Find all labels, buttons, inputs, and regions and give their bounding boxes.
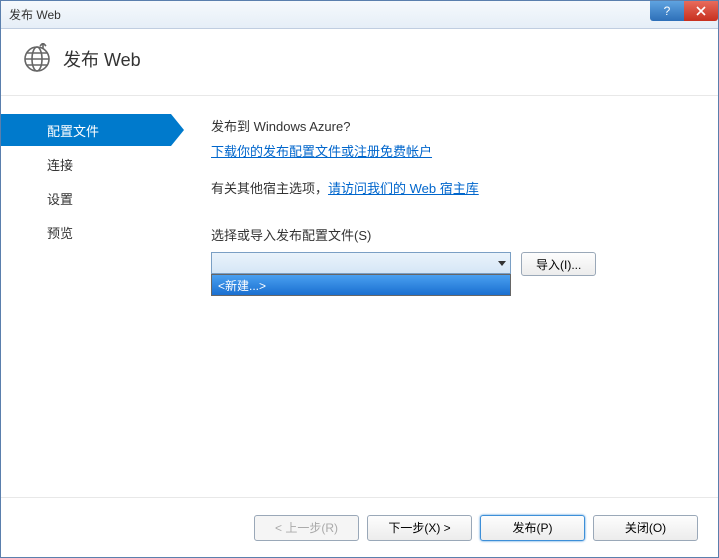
titlebar-buttons: ? xyxy=(650,1,718,21)
import-button-label: 导入(I)... xyxy=(536,258,581,272)
dialog-title: 发布 Web xyxy=(63,46,141,72)
host-gallery-link[interactable]: 请访问我们的 Web 宿主库 xyxy=(328,181,479,196)
sidebar-item-profile[interactable]: 配置文件 xyxy=(1,114,171,146)
chevron-down-icon xyxy=(498,261,506,266)
sidebar-item-label: 配置文件 xyxy=(47,121,99,140)
sidebar-item-label: 设置 xyxy=(47,189,73,208)
prev-button: < 上一步(R) xyxy=(254,515,359,541)
combobox-option-label: <新建...> xyxy=(218,277,266,294)
globe-upload-icon xyxy=(21,43,53,75)
host-prefix: 有关其他宿主选项， xyxy=(211,181,328,196)
help-button[interactable]: ? xyxy=(650,1,684,21)
dialog-header: 发布 Web xyxy=(1,29,718,96)
sidebar-item-settings[interactable]: 设置 xyxy=(1,182,171,214)
wizard-sidebar: 配置文件 连接 设置 预览 xyxy=(1,96,171,496)
combobox-option-new[interactable]: <新建...> xyxy=(212,275,510,295)
close-window-button[interactable] xyxy=(684,1,718,21)
profile-combobox[interactable]: <新建...> xyxy=(211,252,511,274)
download-profile-link[interactable]: 下载你的发布配置文件或注册免费帐户 xyxy=(211,144,432,159)
prev-button-label: < 上一步(R) xyxy=(275,521,338,535)
sidebar-item-connection[interactable]: 连接 xyxy=(1,148,171,180)
wizard-content: 发布到 Windows Azure? 下载你的发布配置文件或注册免费帐户 有关其… xyxy=(171,96,718,496)
publish-button-label: 发布(P) xyxy=(513,521,553,535)
sidebar-item-label: 预览 xyxy=(47,223,73,242)
next-button[interactable]: 下一步(X) > xyxy=(367,515,472,541)
dialog-footer: < 上一步(R) 下一步(X) > 发布(P) 关闭(O) xyxy=(1,497,718,557)
combobox-dropdown: <新建...> xyxy=(211,274,511,296)
import-button[interactable]: 导入(I)... xyxy=(521,252,596,276)
combobox-display[interactable] xyxy=(211,252,511,274)
close-icon xyxy=(696,6,706,16)
dialog-body: 配置文件 连接 设置 预览 发布到 Windows Azure? 下载你的发布配… xyxy=(1,96,718,496)
azure-question: 发布到 Windows Azure? xyxy=(211,116,690,135)
profile-row: <新建...> 导入(I)... xyxy=(211,252,690,276)
profile-select-label: 选择或导入发布配置文件(S) xyxy=(211,225,690,244)
window-title: 发布 Web xyxy=(9,6,61,23)
publish-web-dialog: 发布 Web ? 发布 Web 配置文件 连接 xyxy=(0,0,719,558)
close-button-label: 关闭(O) xyxy=(625,521,666,535)
sidebar-item-label: 连接 xyxy=(47,155,73,174)
close-button[interactable]: 关闭(O) xyxy=(593,515,698,541)
sidebar-item-preview[interactable]: 预览 xyxy=(1,216,171,248)
host-options-line: 有关其他宿主选项，请访问我们的 Web 宿主库 xyxy=(211,178,690,197)
titlebar: 发布 Web ? xyxy=(1,1,718,29)
next-button-label: 下一步(X) > xyxy=(388,521,450,535)
publish-button[interactable]: 发布(P) xyxy=(480,515,585,541)
